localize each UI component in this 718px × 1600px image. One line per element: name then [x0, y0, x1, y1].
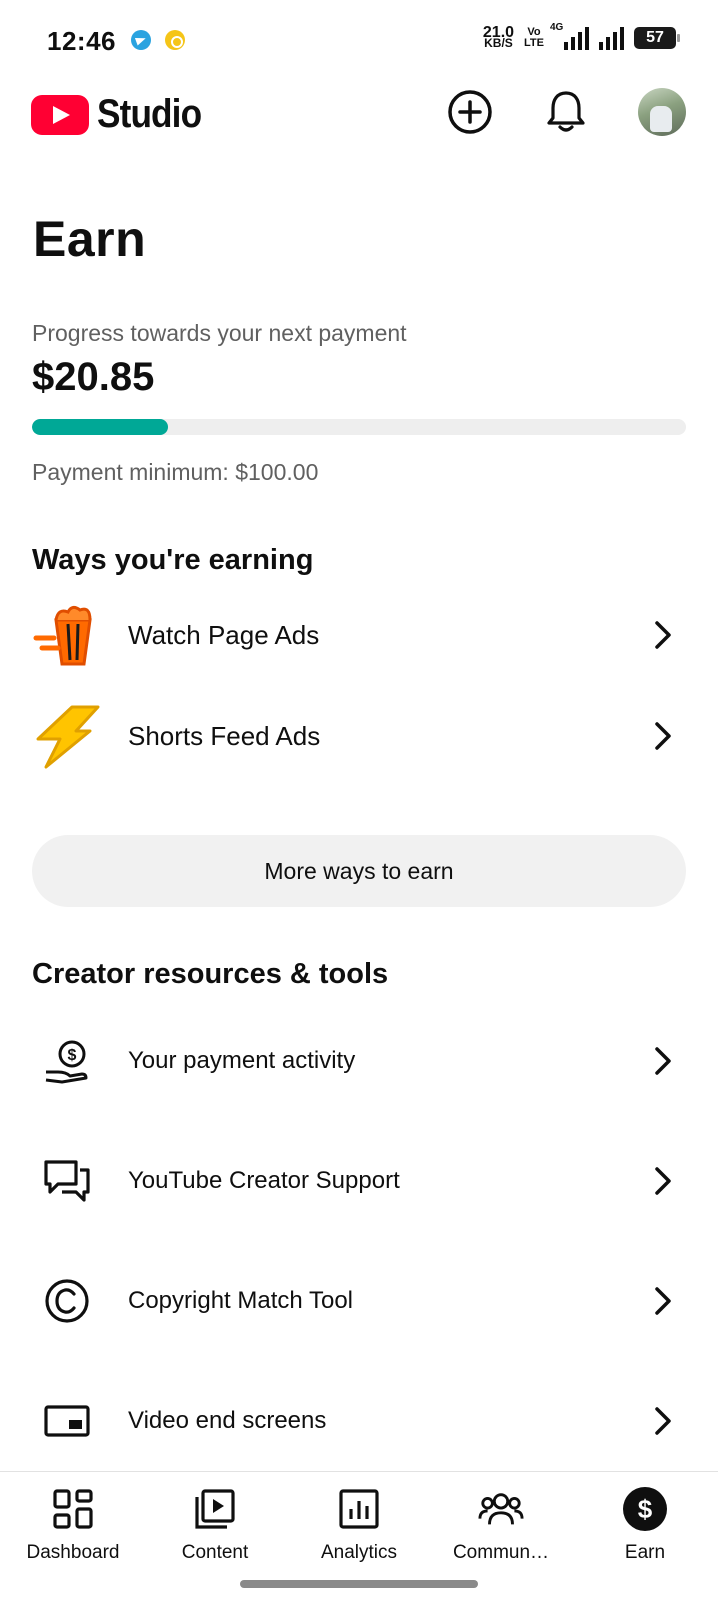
- payment-progress-fill: [32, 419, 169, 435]
- nav-label: Earn: [624, 1542, 666, 1563]
- analytics-chart-icon: [336, 1486, 382, 1532]
- ways-section-title: Ways you're earning: [32, 544, 314, 576]
- network-speed: 21.0 KB/S: [483, 25, 514, 50]
- volte-indicator: Vo LTE: [524, 27, 544, 49]
- tool-row-video-end-screens[interactable]: Video end screens: [0, 1361, 718, 1481]
- more-ways-to-earn-button[interactable]: More ways to earn: [32, 835, 686, 907]
- svg-text:$: $: [638, 1494, 653, 1524]
- battery-level: 57: [646, 29, 664, 46]
- nav-earn[interactable]: $ Earn: [577, 1486, 713, 1564]
- plus-circle-icon: [448, 90, 492, 134]
- chevron-right-icon: [648, 620, 678, 650]
- status-bar: 12:46 21.0 KB/S Vo LTE 4G 57: [0, 0, 718, 82]
- network-type-label: 4G: [550, 22, 564, 33]
- chevron-right-icon: [648, 1046, 678, 1076]
- content-library-icon: [192, 1486, 238, 1532]
- lightning-icon: [32, 701, 102, 771]
- payment-progress-bar: [32, 419, 686, 435]
- dashboard-grid-icon: [50, 1486, 96, 1532]
- signal-strength-2-icon: [599, 26, 624, 50]
- coin-app-icon: [165, 30, 185, 50]
- payment-hand-icon: $: [32, 1026, 102, 1096]
- account-avatar[interactable]: [638, 88, 686, 136]
- youtube-play-icon: [31, 94, 89, 135]
- tools-section-title: Creator resources & tools: [32, 958, 389, 990]
- bell-icon: [547, 91, 585, 132]
- tool-row-copyright-match[interactable]: Copyright Match Tool: [0, 1241, 718, 1361]
- create-button[interactable]: [446, 88, 494, 136]
- tool-row-creator-support[interactable]: YouTube Creator Support: [0, 1121, 718, 1241]
- payment-minimum: Payment minimum: $100.00: [32, 459, 319, 485]
- tool-row-label: Video end screens: [128, 1407, 327, 1434]
- signal-strength-icon: 4G: [550, 22, 589, 50]
- tool-row-label: Your payment activity: [128, 1047, 356, 1074]
- nav-label: Commun…: [452, 1542, 550, 1563]
- youtube-studio-logo[interactable]: Studio: [31, 92, 215, 137]
- end-screen-icon: [32, 1386, 102, 1456]
- nav-label: Analytics: [320, 1542, 398, 1563]
- nav-label: Dashboard: [26, 1542, 120, 1563]
- dollar-circle-icon: $: [622, 1486, 668, 1532]
- status-indicators: 21.0 KB/S Vo LTE 4G 57: [483, 22, 680, 50]
- earning-row-label: Shorts Feed Ads: [128, 720, 321, 751]
- chevron-right-icon: [648, 1166, 678, 1196]
- home-gesture-bar[interactable]: [240, 1580, 478, 1588]
- popcorn-icon: [32, 600, 102, 670]
- tool-row-label: YouTube Creator Support: [128, 1167, 400, 1194]
- nav-content[interactable]: Content: [147, 1486, 283, 1564]
- network-speed-unit: KB/S: [484, 36, 513, 50]
- copyright-icon: [32, 1266, 102, 1336]
- earning-row-shorts-feed-ads[interactable]: Shorts Feed Ads: [0, 686, 718, 786]
- telegram-icon: [131, 30, 151, 50]
- status-notification-icons: [131, 30, 185, 50]
- earning-row-label: Watch Page Ads: [128, 619, 320, 650]
- earning-row-watch-page-ads[interactable]: Watch Page Ads: [0, 585, 718, 685]
- logo-text: Studio: [97, 92, 202, 136]
- nav-community[interactable]: Commun…: [433, 1486, 569, 1564]
- community-people-icon: [478, 1486, 524, 1532]
- nav-dashboard[interactable]: Dashboard: [5, 1486, 141, 1564]
- tool-row-label: Copyright Match Tool: [128, 1287, 353, 1314]
- chevron-right-icon: [648, 721, 678, 751]
- chat-bubbles-icon: [32, 1146, 102, 1216]
- notifications-button[interactable]: [542, 88, 590, 136]
- battery-icon: 57: [634, 27, 680, 49]
- svg-text:$: $: [68, 1047, 77, 1064]
- tool-row-payment-activity[interactable]: $ Your payment activity: [0, 1001, 718, 1121]
- progress-amount: $20.85: [32, 355, 155, 399]
- chevron-right-icon: [648, 1286, 678, 1316]
- nav-analytics[interactable]: Analytics: [291, 1486, 427, 1564]
- status-time: 12:46: [47, 26, 116, 56]
- progress-label: Progress towards your next payment: [32, 320, 407, 346]
- app-header: Studio: [0, 82, 718, 172]
- chevron-right-icon: [648, 1406, 678, 1436]
- page-title: Earn: [33, 211, 147, 267]
- nav-label: Content: [181, 1542, 249, 1563]
- volte-bottom: LTE: [524, 37, 544, 49]
